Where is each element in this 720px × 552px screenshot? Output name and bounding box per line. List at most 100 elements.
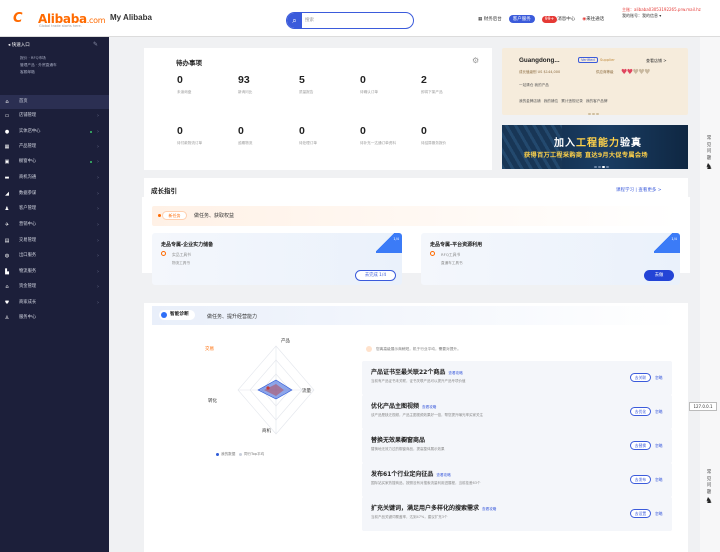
sidebar-item-store[interactable]: ▭ 店铺管理 › [0, 109, 109, 123]
promo-banner[interactable]: 加入工程能力验真 获得百万工程采购商 直达9月大促专属会场 [502, 125, 688, 169]
store-icon: ▭ [4, 113, 10, 119]
sidebar-item-export[interactable]: ◍ 出口服务 › [0, 249, 109, 263]
diagnosis-item-title: 替换无效果橱窗商品 [371, 437, 426, 444]
todo-stat[interactable]: 5 质量报告 [299, 74, 359, 95]
todo-stat[interactable]: 2 即将下架产品 [421, 74, 481, 95]
action-button[interactable]: 去关联 [630, 373, 651, 382]
grid-icon: ▦ [4, 144, 10, 150]
carousel-pager[interactable] [588, 111, 602, 115]
status-dot [90, 161, 92, 163]
view-shop-link[interactable]: 查看店铺 > [646, 58, 667, 64]
message-center-link[interactable]: 99+ 消息中心 [541, 16, 575, 23]
sidebar-item-service[interactable]: ♙ 服务中心 [0, 311, 109, 325]
alibaba-logo[interactable]: C Alibaba.com Global trade starts here. [13, 10, 106, 28]
sidebar-item-chat[interactable]: ▬ 商机沟通 › [0, 171, 109, 185]
carousel-pager[interactable] [594, 164, 614, 168]
settings-icon[interactable]: ⚙ [472, 56, 479, 65]
fav-link[interactable]: 客服邮箱 [20, 69, 57, 76]
next-card [144, 546, 688, 552]
todo-stat[interactable]: 0 待处理订单 [299, 125, 359, 146]
help-widget[interactable]: 常见问题 ♞ [702, 470, 716, 505]
sidebar-item-showroom[interactable]: ● 实体店中心 › [0, 125, 109, 139]
finance-link[interactable]: ▦ 财务后台 [478, 16, 502, 22]
diagnosis-note: 您离高级展示商稍短，机于行业平均，需要对提升。 [366, 346, 461, 352]
store-links-row[interactable]: 一站清仓 我的产品 [519, 83, 549, 88]
verified-badge: Verified [578, 57, 598, 63]
ignore-link[interactable]: 忽略 [655, 477, 663, 483]
todo-stat[interactable]: 0 未读询盘 [177, 74, 237, 95]
edit-icon[interactable]: ✎ [93, 41, 98, 48]
guide-link[interactable]: 查看攻略 [436, 473, 450, 477]
task-step: RFQ工具书 [441, 252, 461, 257]
chevron-right-icon: › [97, 191, 99, 197]
store-links-row[interactable]: 我的金牌店铺 我的铺位 累计违规记录 我的客户品牌 [519, 99, 608, 104]
chevron-right-icon: › [97, 129, 99, 135]
target-icon [430, 251, 435, 256]
guide-link[interactable]: 查看攻略 [422, 405, 436, 409]
action-button[interactable]: 去优化 [630, 407, 651, 416]
sidebar-item-customers[interactable]: ♟ 客户管理 › [0, 202, 109, 216]
guide-link[interactable]: 查看攻略 [482, 507, 496, 511]
todo-stat[interactable]: 0 待补充一达通订单资料 [360, 125, 420, 146]
diagnosis-item: 发布61个行业定向征品 查看攻略 国际站买家热搜商品，按照没有对搜索流量利用进展程… [362, 463, 672, 497]
todo-stat[interactable]: 0 待结算服务报价 [421, 125, 481, 146]
ignore-link[interactable]: 忽略 [655, 511, 663, 517]
sidebar-item-logistics[interactable]: ▙ 物流服务 › [0, 265, 109, 279]
fav-link[interactable]: 管理产品 · 外贸直通车 [20, 62, 57, 69]
star-icon: ● [4, 129, 10, 135]
task-card[interactable]: 1/4 走品专属-企业实力储备 实品工具书 物流工具书 去完成 1/4 [152, 233, 402, 285]
radar-point [266, 386, 270, 390]
sidebar-item-home[interactable]: ⌂ 首页 [0, 95, 109, 109]
favorites-title: ◂ 快速入口 [8, 43, 30, 48]
my-alibaba-title[interactable]: My Alibaba [110, 13, 152, 22]
call-link[interactable]: ◉来往通话 [582, 16, 604, 22]
todo-stat[interactable]: 0 待确认订单 [360, 74, 420, 95]
action-button[interactable]: 去设置 [630, 509, 651, 518]
customer-service-link[interactable]: 客户服务 [508, 15, 535, 23]
version-label: 127.0.0.1 [689, 402, 717, 411]
sidebar-item-growth[interactable]: ♥ 商家成长 › [0, 296, 109, 310]
fav-link[interactable]: 报价 · RFQ市场 [20, 55, 57, 62]
help-widget[interactable]: 常见问题 ♞ [702, 136, 716, 171]
guide-link[interactable]: 查看攻略 [448, 371, 462, 375]
ignore-link[interactable]: 忽略 [655, 443, 663, 449]
truck-icon: ▙ [5, 269, 9, 275]
chevron-right-icon: › [97, 144, 99, 150]
task-card[interactable]: 1/4 走品专属-平台资源利用 RFQ工具书 直通车工具书 去做 [421, 233, 680, 285]
diagnosis-item: 产品证书至最关联22个商品 查看攻略 当前有产品证书未关联，证书关联产品可以提升产… [362, 361, 672, 395]
account-menu[interactable]: 我的账号：我的信息 ▾ [622, 13, 701, 19]
sidebar-item-funds[interactable]: ⌂ 资金管理 › [0, 280, 109, 294]
sidebar-item-data[interactable]: ◢ 数据参谋 › [0, 187, 109, 201]
smart-diagnosis-card: 智能诊断 做任务、提升经营能力 产品 转化 流量 商机 交易 我的数据 同行To… [144, 303, 688, 548]
store-name[interactable]: Guangdong... [519, 57, 560, 64]
sidebar-item-marketing[interactable]: ✈ 营销中心 › [0, 218, 109, 232]
ignore-link[interactable]: 忽略 [655, 409, 663, 415]
chevron-right-icon: › [97, 159, 99, 165]
action-button[interactable]: 去发布 [630, 475, 651, 484]
search-box[interactable]: ⌕ 搜索 [286, 12, 414, 29]
sidebar-item-products[interactable]: ▦ 产品管理 › [0, 140, 109, 154]
flight-icon: ✈ [4, 222, 10, 228]
todo-stat[interactable]: 93 新询问比 [238, 74, 298, 95]
growth-links[interactable]: 课程学习 | 查看更多 > [616, 187, 662, 193]
chevron-right-icon: › [97, 238, 99, 244]
todo-stat[interactable]: 0 逾期物流 [238, 125, 298, 146]
corner-ribbon [376, 233, 402, 253]
todo-stat[interactable]: 0 待付款物流订单 [177, 125, 237, 146]
new-task-subtitle: 做任务、获取权益 [194, 213, 235, 219]
growth-title: 成长指引 [151, 187, 177, 195]
top-bar: C Alibaba.com Global trade starts here. … [0, 0, 720, 37]
search-input[interactable]: 搜索 [305, 17, 314, 23]
logo-suffix: .com [86, 16, 106, 25]
heart-icon: ♥ [4, 300, 10, 306]
search-icon[interactable]: ⌕ [287, 13, 302, 28]
sidebar-item-trade[interactable]: ▤ 交易管理 › [0, 234, 109, 248]
ignore-link[interactable]: 忽略 [655, 375, 663, 381]
logo-mark: C [13, 11, 23, 26]
sidebar-item-window[interactable]: ▣ 橱窗中心 › [0, 155, 109, 169]
action-button[interactable]: 去替换 [630, 441, 651, 450]
do-task-button[interactable]: 去做 [644, 270, 674, 281]
complete-task-button[interactable]: 去完成 1/4 [355, 270, 396, 281]
diagnosis-item: 扩充关键词，满足用户多样化的搜索需求 查看攻略 当前产品关键词覆盖率，达到47%，… [362, 497, 672, 531]
user-info[interactable]: 主账：alibaba03053192265.prw.mail.hz 我的账号：我… [622, 7, 701, 19]
